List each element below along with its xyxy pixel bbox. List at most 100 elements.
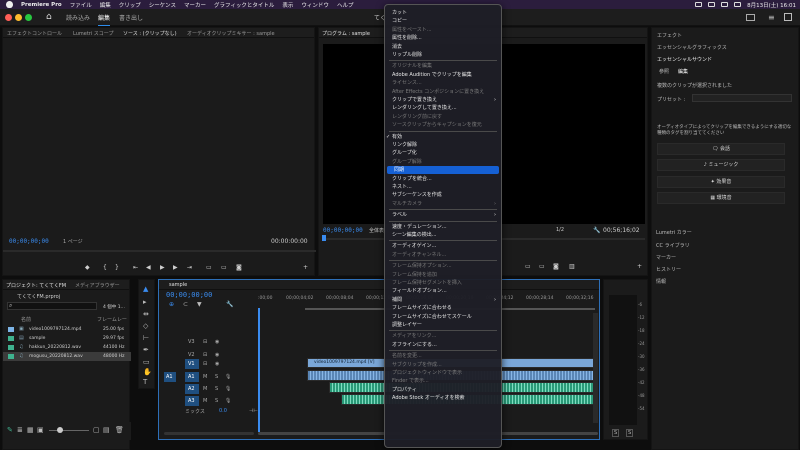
timeline-playhead[interactable] bbox=[258, 308, 260, 432]
program-overwrite-icon[interactable]: ▭ bbox=[539, 263, 545, 270]
context-menu-item[interactable]: ネスト... bbox=[385, 183, 501, 191]
timeline-settings-icon[interactable]: 🔧 bbox=[226, 301, 233, 308]
tab-media-browser[interactable]: メディアブラウザー bbox=[75, 282, 120, 289]
context-menu-item[interactable]: カット bbox=[385, 9, 501, 17]
solo-left-button[interactable]: S bbox=[612, 429, 620, 437]
marker-icon[interactable]: ◆ bbox=[85, 264, 90, 271]
project-item[interactable]: ▤ sample 29.97 fps bbox=[3, 334, 131, 343]
tab-project[interactable]: プロジェクト: てくてくFM bbox=[6, 282, 66, 289]
timeline-vertical-scrollbar[interactable] bbox=[593, 313, 598, 423]
context-menu-item[interactable]: クリップを統合... bbox=[385, 175, 501, 183]
panel-cc-libraries[interactable]: CC ライブラリ bbox=[656, 242, 690, 249]
music-button[interactable]: ♪ ミュージック bbox=[657, 159, 785, 171]
context-menu-item[interactable]: 有効 ✓ bbox=[385, 133, 501, 141]
tab-import[interactable]: 読み込み bbox=[66, 13, 90, 22]
add-button-icon[interactable]: + bbox=[303, 264, 308, 271]
razor-icon[interactable]: ◇ bbox=[143, 322, 148, 330]
control-center-icon[interactable] bbox=[734, 2, 742, 7]
program-insert-icon[interactable]: ▭ bbox=[525, 263, 531, 270]
context-menu-item[interactable]: 消去 bbox=[385, 43, 501, 51]
compare-icon[interactable]: ▥ bbox=[569, 263, 575, 270]
add-marker-icon[interactable]: ▼ bbox=[197, 301, 202, 308]
context-menu-item[interactable]: 同期 bbox=[387, 166, 499, 175]
context-menu-item[interactable]: リンク解除 bbox=[385, 141, 501, 149]
sfx-button[interactable]: ✦ 効果音 bbox=[657, 176, 785, 188]
sync-lock-icon[interactable]: ⊟ bbox=[203, 352, 207, 358]
context-menu-item[interactable]: クリップで置き換え › bbox=[385, 96, 501, 104]
mute-icon[interactable]: M bbox=[203, 374, 207, 380]
panel-markers[interactable]: マーカー bbox=[656, 254, 676, 261]
tab-sequence[interactable]: sample bbox=[169, 282, 187, 288]
menu-window[interactable]: ウィンドウ bbox=[297, 1, 333, 9]
panel-essential-sound[interactable]: エッセンシャルサウンド bbox=[657, 56, 712, 63]
context-menu-item[interactable]: 属性を削除... bbox=[385, 34, 501, 42]
preset-select[interactable] bbox=[692, 94, 792, 102]
out-point-icon[interactable]: } bbox=[115, 264, 119, 271]
context-menu-item[interactable]: グループ化 bbox=[385, 149, 501, 157]
tab-audio-clip-mixer[interactable]: オーディオクリップミキサー : sample bbox=[187, 30, 275, 37]
pencil-icon[interactable]: ✎ bbox=[7, 426, 13, 434]
pen-tool-icon[interactable]: ✒ bbox=[143, 346, 149, 354]
panel-effects[interactable]: エフェクト bbox=[657, 32, 682, 39]
rectangle-tool-icon[interactable]: ▭ bbox=[143, 358, 150, 366]
col-framerate[interactable]: フレームレー bbox=[97, 316, 127, 323]
menu-file[interactable]: ファイル bbox=[66, 1, 96, 9]
label-color-swatch[interactable] bbox=[8, 336, 14, 341]
play-icon[interactable]: ▶ bbox=[160, 264, 165, 271]
tab-browse[interactable]: 参照 bbox=[659, 68, 669, 75]
panel-lumetri-color[interactable]: Lumetri カラー bbox=[656, 229, 692, 236]
track-label-a2[interactable]: A2 bbox=[188, 386, 195, 392]
menu-view[interactable]: 表示 bbox=[278, 1, 297, 9]
apple-icon[interactable] bbox=[6, 1, 13, 8]
menu-sequence[interactable]: シーケンス bbox=[145, 1, 180, 9]
label-color-swatch[interactable] bbox=[8, 327, 14, 332]
list-view-icon[interactable]: ≣ bbox=[17, 426, 23, 434]
tab-effect-controls[interactable]: エフェクトコントロール bbox=[7, 30, 62, 37]
menubar-clock[interactable]: 8月13日(土) 16:01 bbox=[747, 1, 796, 9]
project-item[interactable]: ♫ mogusu_20220812.wav 48000 Hz bbox=[3, 352, 131, 361]
zoom-slider[interactable] bbox=[49, 430, 89, 431]
selection-tool-icon[interactable]: ▲ bbox=[143, 285, 148, 293]
menu-marker[interactable]: マーカー bbox=[180, 1, 210, 9]
menu-app[interactable]: Premiere Pro bbox=[17, 2, 66, 8]
status-icon[interactable] bbox=[695, 2, 703, 7]
voiceover-mic-icon[interactable]: 🎙 bbox=[225, 386, 231, 392]
hand-tool-icon[interactable]: ✋ bbox=[143, 368, 152, 376]
insert-icon[interactable]: ▭ bbox=[206, 264, 212, 271]
track-label-v1[interactable]: V1 bbox=[188, 361, 195, 367]
quick-export-icon[interactable] bbox=[746, 14, 755, 21]
new-item-icon[interactable]: ▤ bbox=[103, 426, 110, 434]
in-point-icon[interactable]: { bbox=[103, 264, 107, 271]
context-menu-item[interactable]: フレームサイズに合わせてスケール bbox=[385, 313, 501, 321]
eye-icon[interactable]: ◉ bbox=[215, 352, 219, 358]
snap-icon[interactable]: ⊕ bbox=[169, 301, 174, 308]
context-menu-item[interactable]: オーディオゲイン... bbox=[385, 242, 501, 250]
tab-program[interactable]: プログラム : sample bbox=[322, 30, 370, 37]
type-tool-icon[interactable]: T bbox=[143, 378, 147, 386]
source-timecode[interactable]: 00;00;00;00 bbox=[9, 238, 49, 245]
solo-icon[interactable]: S bbox=[215, 398, 218, 404]
context-menu-item[interactable]: リップル削除 bbox=[385, 51, 501, 59]
track-label-v3[interactable]: V3 bbox=[188, 339, 195, 345]
timeline-timecode[interactable]: 00;00;00;00 bbox=[166, 291, 212, 299]
solo-icon[interactable]: S bbox=[215, 386, 218, 392]
icon-view-icon[interactable]: ▦ bbox=[27, 426, 34, 434]
battery-icon[interactable] bbox=[708, 2, 716, 7]
tab-source[interactable]: ソース : (クリップなし) bbox=[123, 30, 177, 37]
voiceover-mic-icon[interactable]: 🎙 bbox=[225, 374, 231, 380]
linked-selection-icon[interactable]: ⊂ bbox=[183, 301, 188, 308]
col-name[interactable]: 名前 bbox=[21, 316, 31, 323]
panel-history[interactable]: ヒストリー bbox=[656, 266, 681, 273]
page-select[interactable]: 1 ページ bbox=[63, 238, 83, 245]
context-menu-item[interactable]: レンダリングして置き換え... bbox=[385, 104, 501, 112]
zoom-window-button[interactable] bbox=[25, 14, 32, 21]
mute-icon[interactable]: M bbox=[203, 386, 207, 392]
freeform-view-icon[interactable]: ▣ bbox=[37, 426, 44, 434]
track-label-a3[interactable]: A3 bbox=[188, 398, 195, 404]
menu-clip[interactable]: クリップ bbox=[115, 1, 145, 9]
go-to-in-icon[interactable]: ⇤ bbox=[133, 264, 138, 271]
project-item[interactable]: ▣ video1009797124.mp4 25.00 fps bbox=[3, 325, 131, 334]
resolution-select[interactable]: 1/2 bbox=[556, 227, 564, 233]
ripple-edit-icon[interactable]: ⇹ bbox=[143, 310, 149, 318]
track-label-a1[interactable]: A1 bbox=[188, 374, 195, 380]
